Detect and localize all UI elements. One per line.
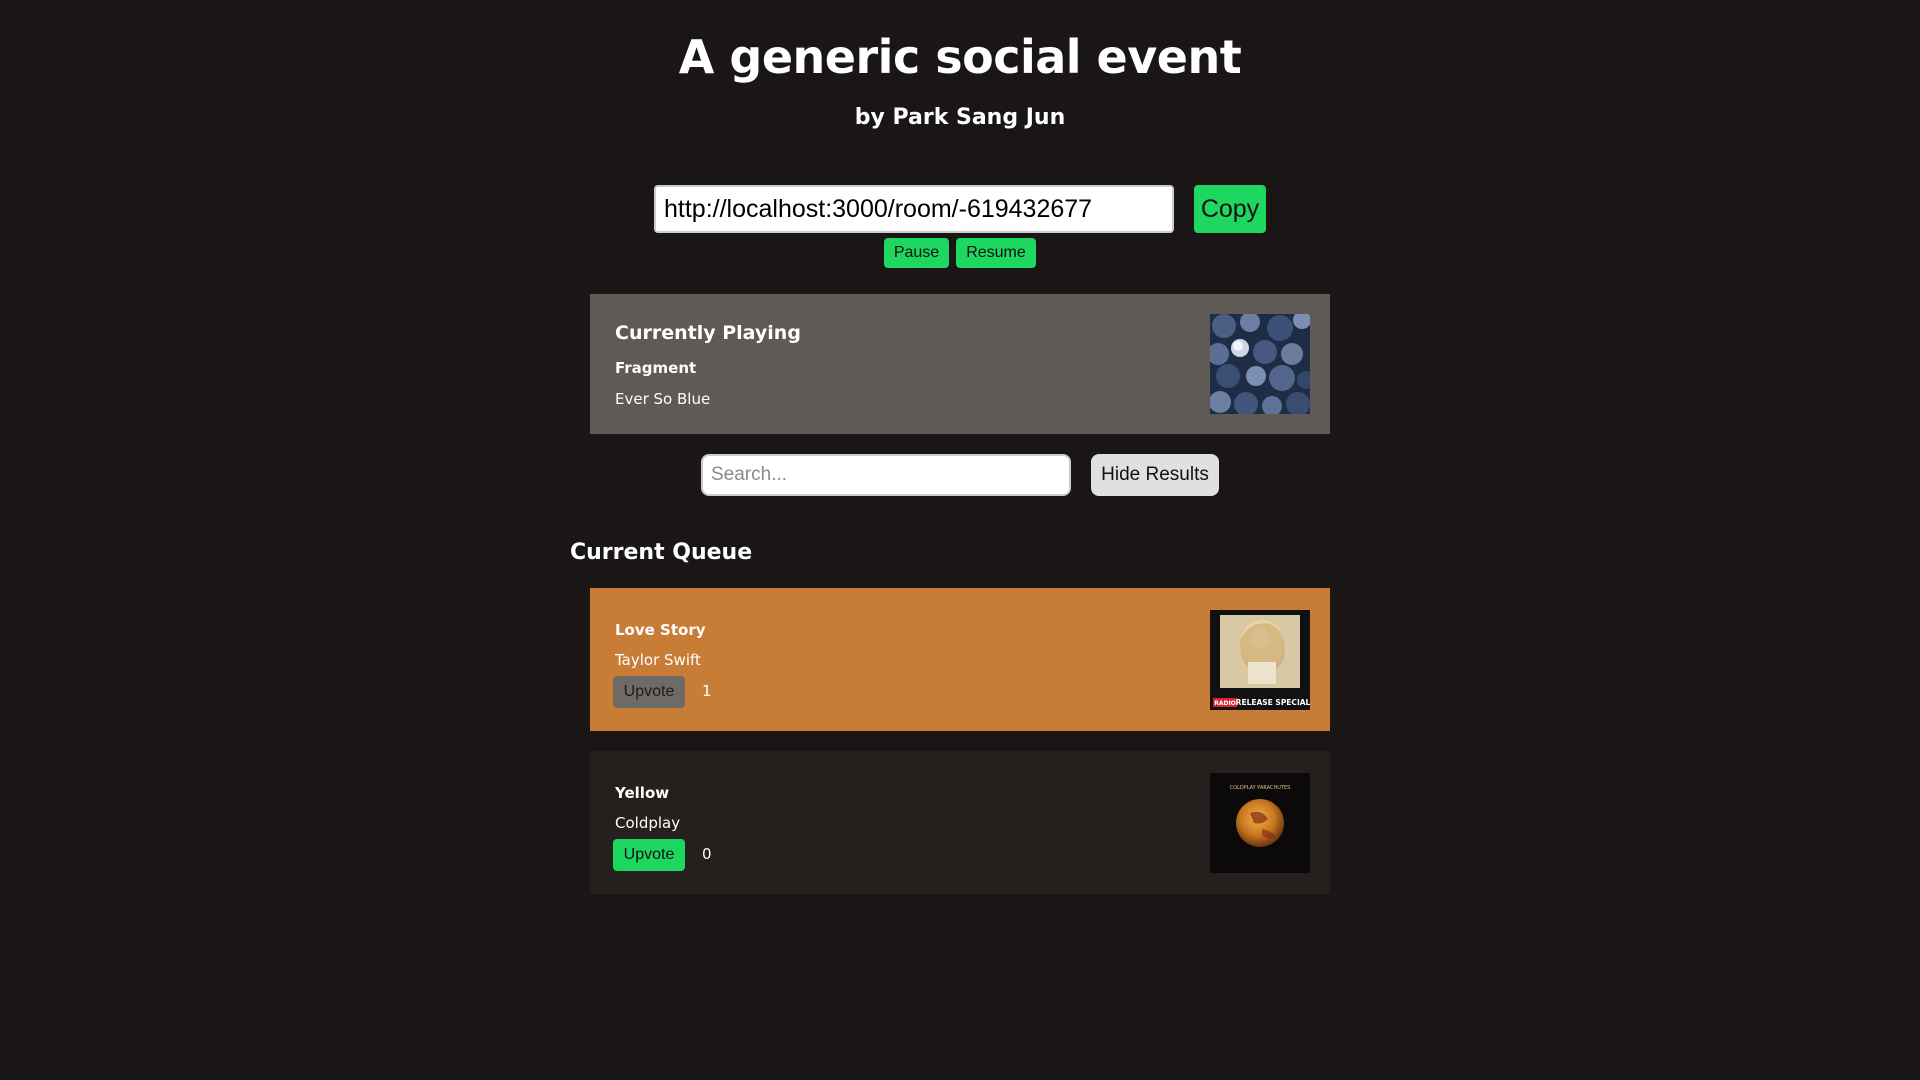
event-title: A generic social event xyxy=(678,30,1242,84)
vote-count: 1 xyxy=(702,682,712,700)
now-playing-album-art xyxy=(1210,314,1310,414)
queue-item-artist: Coldplay xyxy=(615,814,681,832)
album-art-love-story: RADIO RELEASE SPECIAL xyxy=(1210,610,1310,710)
queue-item-title: Yellow xyxy=(615,784,670,802)
page: A generic social event by Park Sang Jun … xyxy=(0,0,1920,1080)
now-playing-artist: Ever So Blue xyxy=(615,390,711,408)
queue-item-title: Love Story xyxy=(615,621,706,639)
playback-controls: Pause Resume xyxy=(884,238,1036,268)
vote-count: 0 xyxy=(702,845,712,863)
pause-button[interactable]: Pause xyxy=(884,238,949,268)
now-playing-heading: Currently Playing xyxy=(615,322,801,344)
art-caption-2: RELEASE SPECIAL xyxy=(1236,698,1310,707)
room-url-field[interactable] xyxy=(654,185,1174,233)
queue-item: Yellow Coldplay Upvote 0 COLDPLAY PARACH… xyxy=(590,751,1330,894)
upvote-button[interactable]: Upvote xyxy=(613,676,685,708)
search-row: Hide Results xyxy=(701,454,1219,496)
now-playing-card: Currently Playing Fragment Ever So Blue xyxy=(590,294,1330,434)
now-playing-track: Fragment xyxy=(615,359,697,377)
share-row: Copy xyxy=(654,185,1266,235)
hide-results-button[interactable]: Hide Results xyxy=(1091,454,1219,496)
resume-button[interactable]: Resume xyxy=(956,238,1036,268)
queue-heading: Current Queue xyxy=(570,540,753,565)
album-art-yellow: COLDPLAY PARACHUTES xyxy=(1210,773,1310,873)
art-caption: COLDPLAY PARACHUTES xyxy=(1230,785,1291,791)
upvote-button[interactable]: Upvote xyxy=(613,839,685,871)
event-host: by Park Sang Jun xyxy=(854,105,1066,130)
queue-item-artist: Taylor Swift xyxy=(615,651,701,669)
queue-item: Love Story Taylor Swift Upvote 1 RADIO R… xyxy=(590,588,1330,731)
art-caption-1: RADIO xyxy=(1214,700,1236,707)
copy-button[interactable]: Copy xyxy=(1194,185,1266,233)
search-input[interactable] xyxy=(701,454,1071,496)
